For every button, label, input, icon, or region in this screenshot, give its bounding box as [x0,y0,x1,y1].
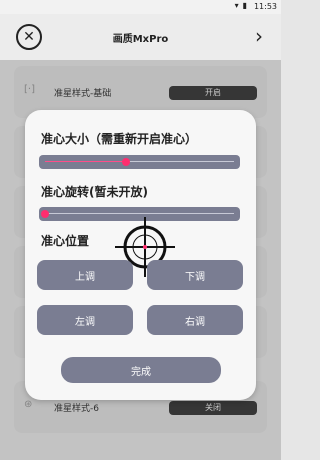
app-bar: ✕ 画质MxPro › [0,14,281,60]
chevron-right-icon: › [255,24,263,48]
slider-track [45,213,234,214]
move-right-button[interactable]: 右调 [147,305,243,335]
move-up-button[interactable]: 上调 [37,260,133,290]
next-button[interactable]: › [255,24,263,48]
clock: 11:53 [253,2,277,11]
battery-icon: ▮ [242,1,247,10]
done-button[interactable]: 完成 [61,357,221,383]
rotate-label: 准心旋转(暂未开放) [41,185,148,199]
slider-thumb[interactable] [122,158,131,166]
slider-fill [45,161,127,162]
page-title: 画质MxPro [112,34,169,45]
size-label: 准心大小（需重新开启准心） [41,132,198,146]
size-slider[interactable] [39,155,240,169]
position-label: 准心位置 [41,234,90,248]
move-down-button[interactable]: 下调 [147,260,243,290]
wifi-icon: ▾ [234,1,239,10]
crosshair-settings-dialog: 准心大小（需重新开启准心） 准心旋转(暂未开放) 准心位置 上调 下调 左调 右… [25,110,256,400]
status-bar: ▾ ▮ 11:53 [0,0,281,14]
slider-thumb[interactable] [41,210,49,218]
status-icons: ▾ ▮ [235,1,247,10]
move-left-button[interactable]: 左调 [37,305,133,335]
